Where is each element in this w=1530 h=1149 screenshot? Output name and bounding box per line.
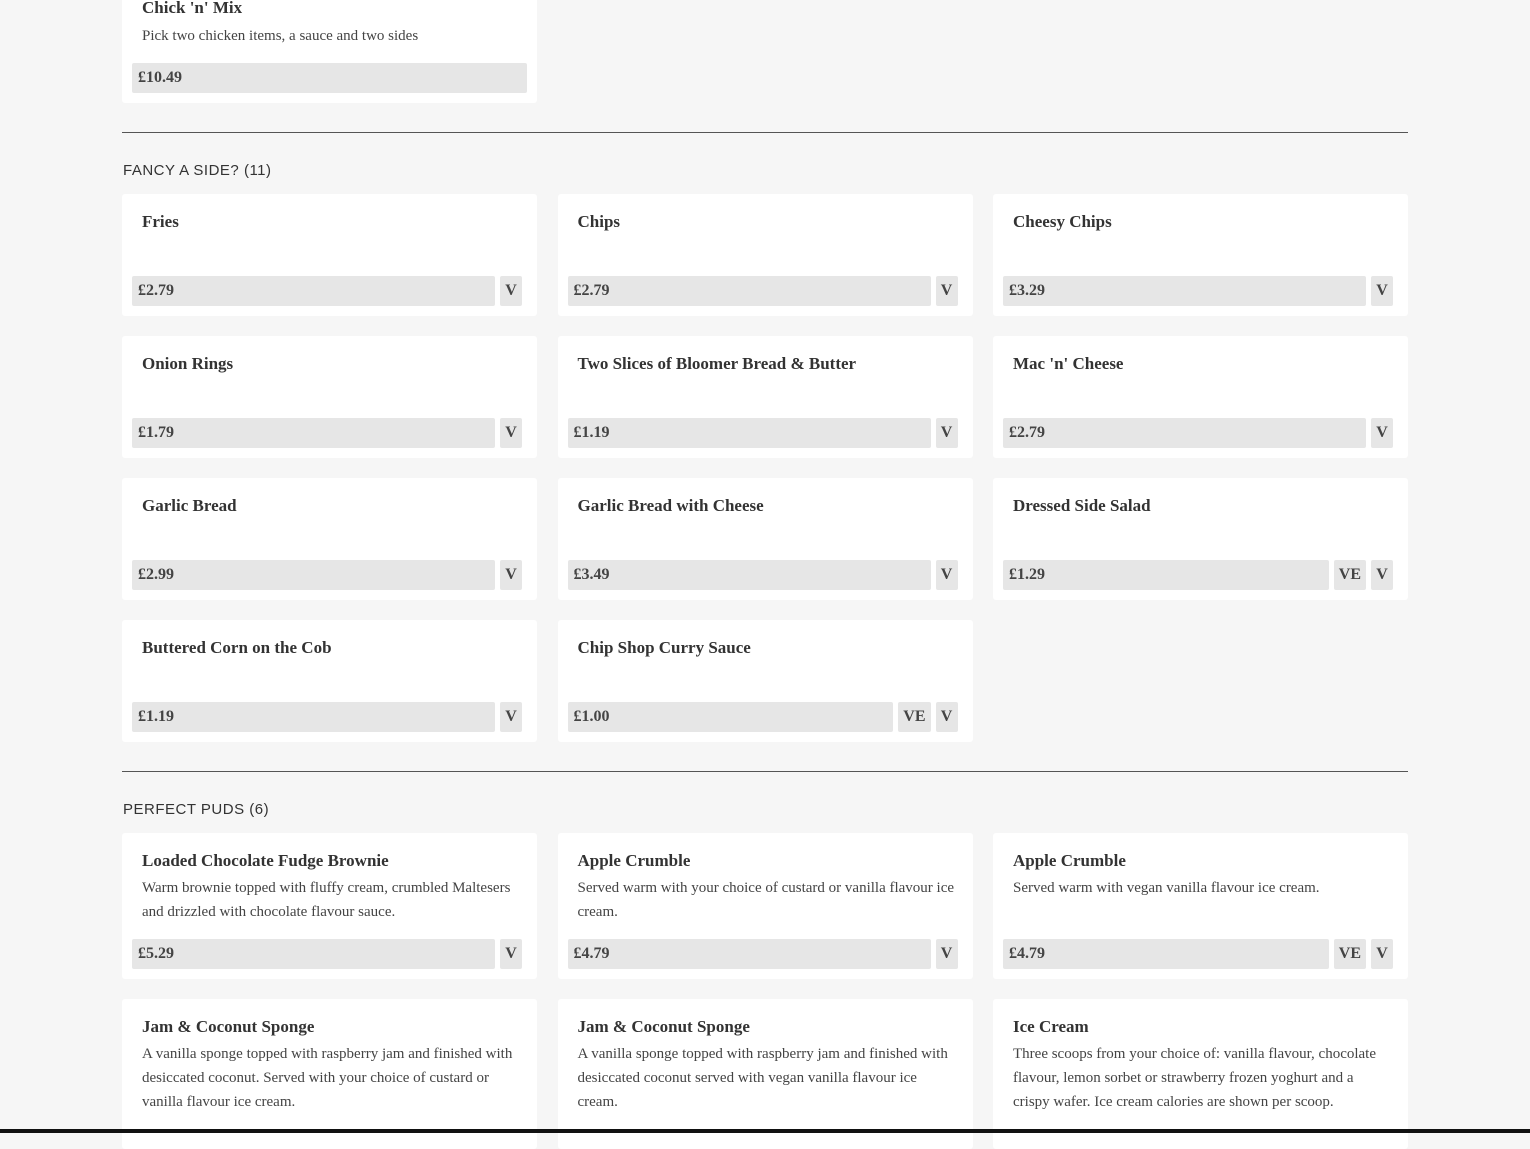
item-title: Two Slices of Bloomer Bread & Butter [577, 354, 857, 373]
dietary-badge: V [935, 418, 958, 448]
item-title: Jam & Coconut Sponge [577, 1017, 750, 1036]
menu-item-card[interactable]: Buttered Corn on the Cob £1.19 V [122, 620, 537, 742]
price-row: £2.79 V [1003, 418, 1393, 448]
menu-item-card[interactable]: Dressed Side Salad £1.29 VE V [993, 478, 1408, 600]
item-title: Onion Rings [142, 354, 234, 373]
item-price: £4.79 [1003, 939, 1329, 969]
item-title: Chips [577, 212, 621, 231]
item-title: Chip Shop Curry Sauce [577, 638, 751, 657]
item-title: Garlic Bread [142, 496, 237, 515]
item-title: Fries [142, 212, 179, 231]
item-price: £2.99 [132, 560, 495, 590]
menu-item-card[interactable]: Ice Cream Three scoops from your choice o… [993, 999, 1408, 1149]
item-price: £1.19 [132, 702, 495, 732]
price-row: £2.79 V [132, 276, 522, 306]
section-divider [122, 132, 1408, 133]
item-description: Warm brownie topped with fluffy cream, c… [142, 880, 511, 920]
item-title: Mac 'n' Cheese [1013, 354, 1124, 373]
price-row: £3.29 V [1003, 276, 1393, 306]
price-row: £1.79 V [132, 418, 522, 448]
menu-item-card[interactable]: Chip Shop Curry Sauce £1.00 VE V [557, 620, 973, 742]
price-row: £1.00 VE V [567, 702, 958, 732]
price-row: £1.19 V [567, 418, 958, 448]
dietary-badge: V [935, 939, 958, 969]
menu-item-card[interactable]: Mac 'n' Cheese £2.79 V [993, 336, 1408, 458]
menu-item-card[interactable]: Chips £2.79 V [557, 194, 973, 316]
price-row: £10.49 [132, 63, 527, 93]
menu-item-card[interactable]: Two Slices of Bloomer Bread & Butter £1.1… [557, 336, 973, 458]
item-price: £1.19 [567, 418, 931, 448]
price-row: £2.99 V [132, 560, 522, 590]
item-title: Garlic Bread with Cheese [577, 496, 764, 515]
section-divider [122, 771, 1408, 772]
dietary-badge: V [1371, 939, 1393, 969]
menu-item-card[interactable]: Onion Rings £1.79 V [122, 336, 537, 458]
item-description: Three scoops from your choice of: vanill… [1013, 1046, 1377, 1110]
dietary-badge: VE [898, 702, 931, 732]
menu-item-card[interactable]: Apple Crumble Served warm with your choic… [557, 833, 973, 979]
item-price: £1.79 [132, 418, 495, 448]
section-heading-sides: FANCY A SIDE? (11) [123, 162, 272, 179]
dietary-badge: V [935, 702, 958, 732]
item-title: Jam & Coconut Sponge [142, 1017, 315, 1036]
menu-item-card[interactable]: Jam & Coconut Sponge A vanilla sponge top… [557, 999, 973, 1149]
dietary-badge: V [935, 560, 958, 590]
item-price: £3.29 [1003, 276, 1366, 306]
menu-item-card[interactable]: Cheesy Chips £3.29 V [993, 194, 1408, 316]
price-row: £1.29 VE V [1003, 560, 1393, 590]
menu-item-card[interactable]: Jam & Coconut Sponge A vanilla sponge top… [122, 999, 537, 1149]
item-title: Apple Crumble [1013, 851, 1126, 870]
item-title: Dressed Side Salad [1013, 496, 1151, 515]
price-row: £5.29 V [132, 939, 522, 969]
section-heading-puds: PERFECT PUDS (6) [123, 801, 270, 818]
item-price: £1.00 [567, 702, 894, 732]
item-title: Cheesy Chips [1013, 212, 1112, 231]
sides-grid: Fries £2.79 V Chips £2.79 V Cheesy Chips £3.29 V… [122, 194, 1408, 742]
mains-grid: Chick 'n' Mix Pick two chicken items, a … [122, 0, 1408, 103]
item-price: £4.79 [567, 939, 931, 969]
menu-item-card[interactable]: Loaded Chocolate Fudge Brownie Warm brown… [122, 833, 537, 979]
item-title: Chick 'n' Mix [142, 0, 243, 17]
item-title: Ice Cream [1013, 1017, 1089, 1036]
dietary-badge: V [1371, 418, 1393, 448]
item-description: Served warm with your choice of custard … [577, 880, 955, 920]
item-description: Served warm with vegan vanilla flavour i… [1013, 880, 1320, 896]
item-title: Apple Crumble [577, 851, 691, 870]
item-price: £10.49 [132, 63, 527, 93]
item-title: Buttered Corn on the Cob [142, 638, 332, 657]
item-price: £3.49 [567, 560, 931, 590]
item-price: £1.29 [1003, 560, 1329, 590]
price-row: £2.79 V [567, 276, 958, 306]
dietary-badge: VE [1333, 560, 1366, 590]
item-description: Pick two chicken items, a sauce and two … [142, 28, 419, 44]
menu-item-card[interactable]: Garlic Bread £2.99 V [122, 478, 537, 600]
dietary-badge: VE [1333, 939, 1366, 969]
dietary-badge: V [500, 702, 522, 732]
menu-item-card[interactable]: Apple Crumble Served warm with vegan vani… [993, 833, 1408, 979]
dietary-badge: V [935, 276, 958, 306]
dietary-badge: V [500, 939, 522, 969]
item-description: A vanilla sponge topped with raspberry j… [577, 1046, 948, 1110]
puds-grid: Loaded Chocolate Fudge Brownie Warm brown… [122, 833, 1408, 1149]
item-price: £2.79 [1003, 418, 1366, 448]
bottom-edge-bar [0, 1129, 1530, 1133]
item-description: A vanilla sponge topped with raspberry j… [142, 1046, 513, 1110]
dietary-badge: V [500, 418, 522, 448]
price-row: £1.19 V [132, 702, 522, 732]
item-price: £2.79 [567, 276, 931, 306]
dietary-badge: V [500, 276, 522, 306]
price-row: £4.79 VE V [1003, 939, 1393, 969]
item-title: Loaded Chocolate Fudge Brownie [142, 851, 389, 870]
menu-item-card[interactable]: Fries £2.79 V [122, 194, 537, 316]
dietary-badge: V [1371, 276, 1393, 306]
price-row: £4.79 V [567, 939, 958, 969]
dietary-badge: V [1371, 560, 1393, 590]
menu-item-card[interactable]: Garlic Bread with Cheese £3.49 V [557, 478, 973, 600]
dietary-badge: V [500, 560, 522, 590]
item-price: £5.29 [132, 939, 495, 969]
menu-item-card[interactable]: Chick 'n' Mix Pick two chicken items, a … [122, 0, 537, 103]
item-price: £2.79 [132, 276, 495, 306]
price-row: £3.49 V [567, 560, 958, 590]
